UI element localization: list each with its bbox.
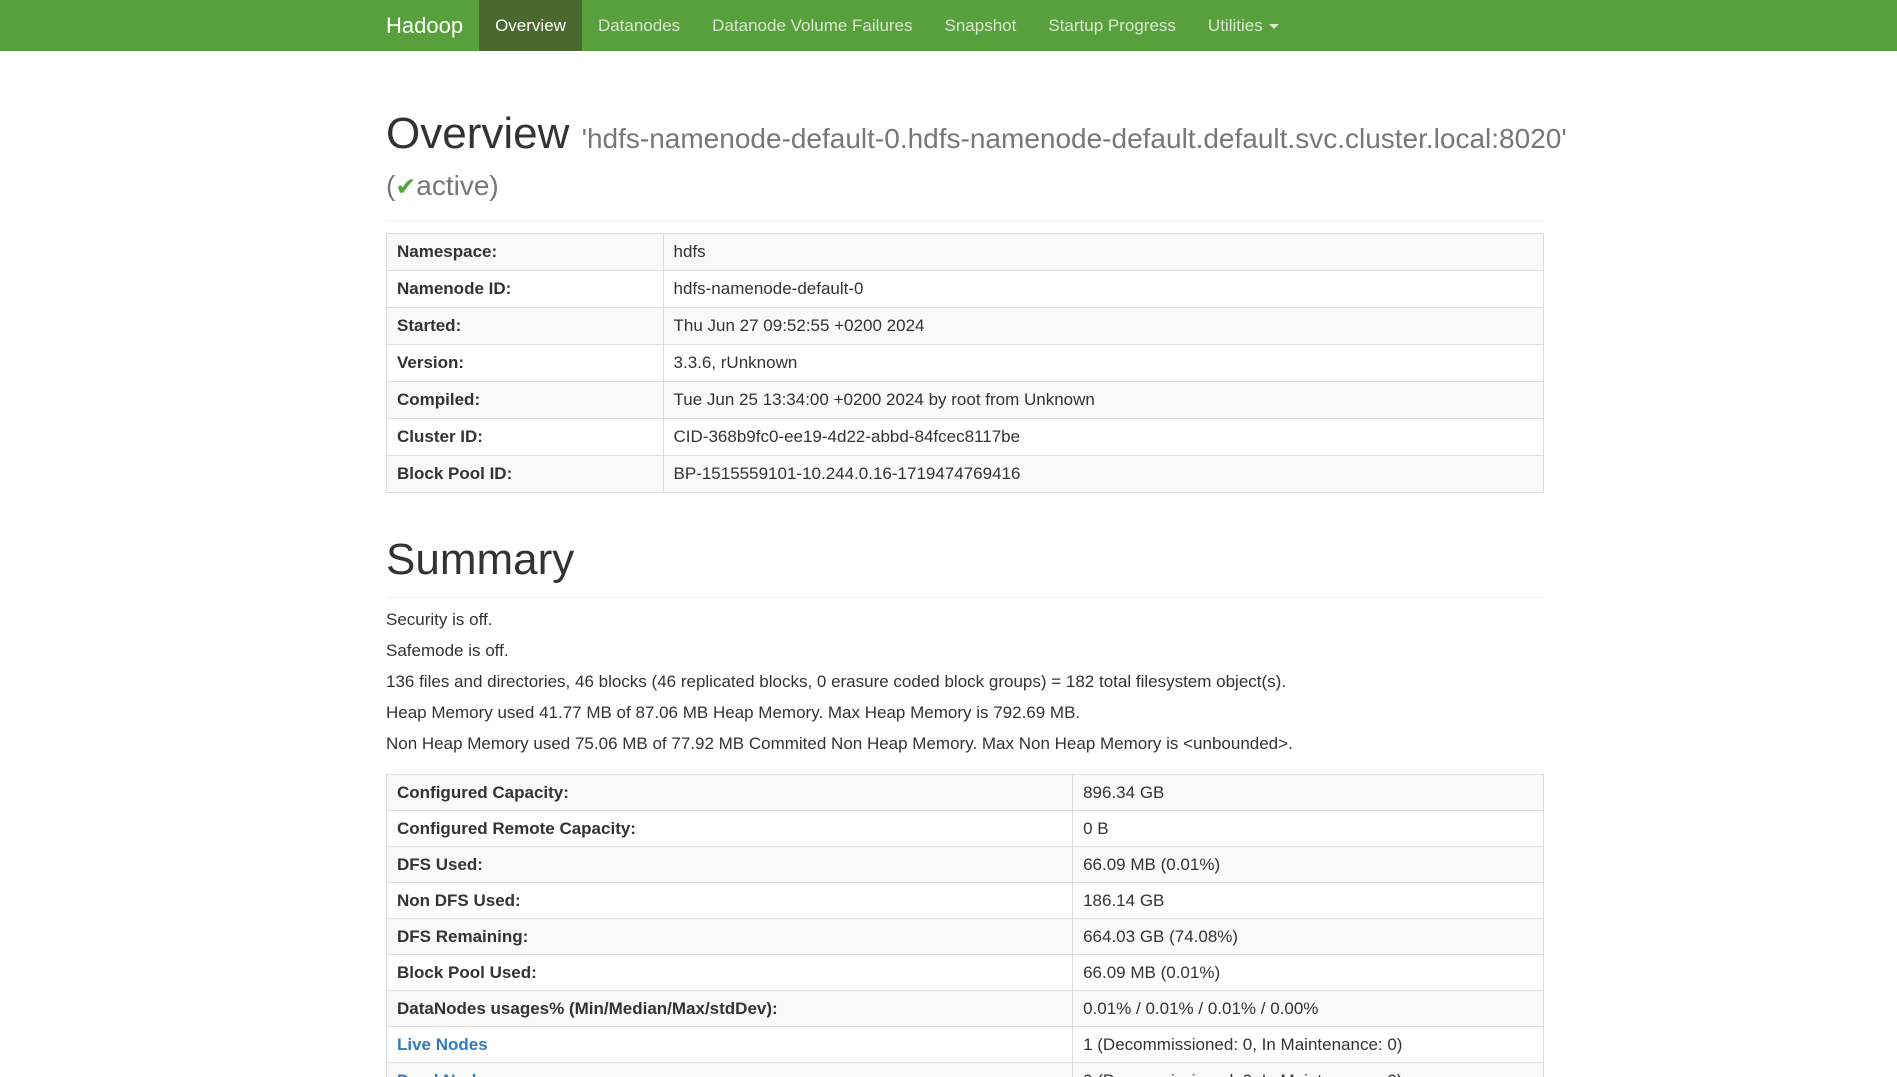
nav-item-overview[interactable]: Overview	[479, 0, 582, 51]
table-row-cluster-id: Cluster ID:CID-368b9fc0-ee19-4d22-abbd-8…	[387, 419, 1544, 456]
row-label-cell: Dead Nodes	[387, 1063, 1073, 1077]
nav-item-snapshot[interactable]: Snapshot	[929, 0, 1033, 51]
nav-item-label: Startup Progress	[1048, 16, 1176, 35]
overview-table: Namespace:hdfsNamenode ID:hdfs-namenode-…	[386, 233, 1544, 493]
row-label-cell: Non DFS Used:	[387, 883, 1073, 919]
row-value-cell: 664.03 GB (74.08%)	[1073, 919, 1544, 955]
row-value-cell: 896.34 GB	[1073, 775, 1544, 811]
table-row-namenode-id: Namenode ID:hdfs-namenode-default-0	[387, 271, 1544, 308]
row-value-cell: 0.01% / 0.01% / 0.01% / 0.00%	[1073, 991, 1544, 1027]
nav-item-label: Snapshot	[945, 16, 1017, 35]
row-value-cell: Tue Jun 25 13:34:00 +0200 2024 by root f…	[663, 382, 1543, 419]
page-title-text: Overview	[386, 109, 569, 158]
nav-item-startup-progress[interactable]: Startup Progress	[1032, 0, 1192, 51]
row-label-cell: Live Nodes	[387, 1027, 1073, 1063]
state-label: active)	[416, 170, 498, 201]
dead-nodes-link[interactable]: Dead Nodes	[397, 1071, 495, 1077]
divider	[386, 220, 1544, 221]
row-value-cell: 1 (Decommissioned: 0, In Maintenance: 0)	[1073, 1027, 1544, 1063]
row-label-cell: Configured Remote Capacity:	[387, 811, 1073, 847]
row-value-cell: 3.3.6, rUnknown	[663, 345, 1543, 382]
summary-line-1: Safemode is off.	[386, 641, 1544, 661]
table-row-configured-capacity: Configured Capacity:896.34 GB	[387, 775, 1544, 811]
summary-paragraphs: Security is off. Safemode is off. 136 file…	[386, 610, 1544, 754]
row-label-cell: Compiled:	[387, 382, 664, 419]
nav-item-label: Utilities	[1208, 16, 1263, 35]
row-value-cell: 66.09 MB (0.01%)	[1073, 955, 1544, 991]
table-row-datanodes-usages-min-median-max-stddev: DataNodes usages% (Min/Median/Max/stdDev…	[387, 991, 1544, 1027]
table-row-namespace: Namespace:hdfs	[387, 234, 1544, 271]
table-row-block-pool-id: Block Pool ID:BP-1515559101-10.244.0.16-…	[387, 456, 1544, 493]
row-value-cell: 0 (Decommissioned: 0, In Maintenance: 0)	[1073, 1063, 1544, 1077]
row-value-cell: hdfs	[663, 234, 1543, 271]
page-content: Overview 'hdfs-namenode-default-0.hdfs-n…	[386, 51, 1544, 1077]
row-label-cell: Cluster ID:	[387, 419, 664, 456]
row-value-cell: CID-368b9fc0-ee19-4d22-abbd-84fcec8117be	[663, 419, 1543, 456]
row-label-cell: DFS Remaining:	[387, 919, 1073, 955]
row-value-cell: 186.14 GB	[1073, 883, 1544, 919]
nav-item-label: Overview	[495, 16, 566, 35]
table-row-dead-nodes: Dead Nodes 0 (Decommissioned: 0, In Maint…	[387, 1063, 1544, 1077]
divider	[386, 597, 1544, 598]
summary-line-2: 136 files and directories, 46 blocks (46…	[386, 672, 1544, 692]
row-value-cell: hdfs-namenode-default-0	[663, 271, 1543, 308]
table-row-dfs-remaining: DFS Remaining:664.03 GB (74.08%)	[387, 919, 1544, 955]
row-label-cell: DFS Used:	[387, 847, 1073, 883]
live-nodes-link[interactable]: Live Nodes	[397, 1035, 488, 1054]
nav-item-datanode-volume-failures[interactable]: Datanode Volume Failures	[696, 0, 928, 51]
row-label-cell: DataNodes usages% (Min/Median/Max/stdDev…	[387, 991, 1073, 1027]
brand-hadoop[interactable]: Hadoop	[386, 0, 463, 51]
summary-line-0: Security is off.	[386, 610, 1544, 630]
summary-table: Configured Capacity:896.34 GBConfigured …	[386, 774, 1544, 1077]
table-row-non-dfs-used: Non DFS Used:186.14 GB	[387, 883, 1544, 919]
table-row-block-pool-used: Block Pool Used:66.09 MB (0.01%)	[387, 955, 1544, 991]
state-paren-open: (	[386, 170, 395, 201]
navbar: Hadoop Overview Datanodes Datanode Volume …	[0, 0, 1897, 51]
row-label-cell: Block Pool Used:	[387, 955, 1073, 991]
row-value-cell: 66.09 MB (0.01%)	[1073, 847, 1544, 883]
row-label-cell: Block Pool ID:	[387, 456, 664, 493]
table-row-configured-remote-capacity: Configured Remote Capacity:0 B	[387, 811, 1544, 847]
table-row-compiled: Compiled:Tue Jun 25 13:34:00 +0200 2024 …	[387, 382, 1544, 419]
table-row-version: Version:3.3.6, rUnknown	[387, 345, 1544, 382]
table-row-live-nodes: Live Nodes 1 (Decommissioned: 0, In Maint…	[387, 1027, 1544, 1063]
summary-heading: Summary	[386, 535, 1544, 585]
row-label-cell: Started:	[387, 308, 664, 345]
table-row-started: Started:Thu Jun 27 09:52:55 +0200 2024	[387, 308, 1544, 345]
nav-item-utilities[interactable]: Utilities	[1192, 0, 1295, 51]
row-label-cell: Version:	[387, 345, 664, 382]
nav-item-label: Datanode Volume Failures	[712, 16, 912, 35]
nav-item-label: Datanodes	[598, 16, 680, 35]
row-label-cell: Configured Capacity:	[387, 775, 1073, 811]
caret-down-icon	[1269, 24, 1279, 29]
row-label-cell: Namenode ID:	[387, 271, 664, 308]
nav-item-datanodes[interactable]: Datanodes	[582, 0, 696, 51]
navbar-items: Overview Datanodes Datanode Volume Failure…	[479, 0, 1295, 51]
summary-line-4: Non Heap Memory used 75.06 MB of 77.92 M…	[386, 734, 1544, 754]
summary-line-3: Heap Memory used 41.77 MB of 87.06 MB He…	[386, 703, 1544, 723]
namenode-address: 'hdfs-namenode-default-0.hdfs-namenode-d…	[582, 123, 1567, 154]
namenode-state: (✔active)	[386, 165, 1544, 208]
active-check-icon: ✔	[395, 173, 416, 201]
row-value-cell: 0 B	[1073, 811, 1544, 847]
page-title: Overview 'hdfs-namenode-default-0.hdfs-n…	[386, 107, 1544, 208]
navbar-inner: Hadoop Overview Datanodes Datanode Volume …	[386, 0, 1897, 51]
row-value-cell: BP-1515559101-10.244.0.16-1719474769416	[663, 456, 1543, 493]
row-value-cell: Thu Jun 27 09:52:55 +0200 2024	[663, 308, 1543, 345]
table-row-dfs-used: DFS Used:66.09 MB (0.01%)	[387, 847, 1544, 883]
row-label-cell: Namespace:	[387, 234, 664, 271]
